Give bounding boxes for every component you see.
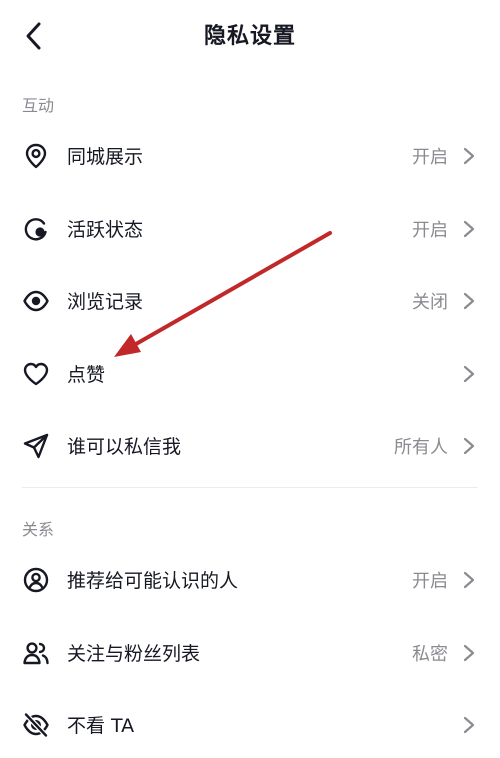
row-browsing-history[interactable]: 浏览记录 关闭 bbox=[0, 271, 500, 331]
chevron-right-icon bbox=[463, 716, 475, 734]
activity-status-icon bbox=[24, 218, 47, 241]
row-label: 活跃状态 bbox=[67, 219, 144, 241]
page-title: 隐私设置 bbox=[203, 24, 296, 49]
eye-off-icon bbox=[23, 712, 49, 738]
row-active-status[interactable]: 活跃状态 开启 bbox=[0, 199, 500, 259]
row-label: 推荐给可能认识的人 bbox=[67, 570, 239, 592]
row-dont-see-ta[interactable]: 不看 TA bbox=[0, 695, 500, 755]
row-label: 同城展示 bbox=[67, 146, 144, 168]
row-label: 关注与粉丝列表 bbox=[67, 643, 201, 665]
row-nearby-display[interactable]: 同城展示 开启 bbox=[0, 126, 500, 186]
section-label-interaction: 互动 bbox=[22, 96, 55, 115]
heart-icon bbox=[23, 362, 49, 386]
send-icon bbox=[23, 433, 49, 459]
chevron-right-icon bbox=[463, 147, 475, 165]
row-label: 浏览记录 bbox=[67, 291, 144, 313]
row-following-followers[interactable]: 关注与粉丝列表 私密 bbox=[0, 623, 500, 683]
row-value: 开启 bbox=[412, 147, 448, 168]
chevron-right-icon bbox=[463, 365, 475, 383]
chevron-right-icon bbox=[463, 437, 475, 455]
row-recommend-to-known[interactable]: 推荐给可能认识的人 开启 bbox=[0, 550, 500, 610]
row-label: 点赞 bbox=[67, 364, 106, 386]
row-value: 开启 bbox=[412, 220, 448, 241]
users-icon bbox=[23, 642, 49, 665]
row-value: 所有人 bbox=[394, 437, 448, 458]
header: 隐私设置 bbox=[0, 0, 500, 72]
chevron-right-icon bbox=[463, 292, 475, 310]
eye-icon bbox=[23, 290, 49, 312]
row-label: 谁可以私信我 bbox=[67, 436, 182, 458]
row-value: 私密 bbox=[412, 644, 448, 665]
chevron-right-icon bbox=[463, 220, 475, 238]
row-likes[interactable]: 点赞 bbox=[0, 344, 500, 404]
location-pin-icon bbox=[25, 143, 47, 169]
row-who-can-message[interactable]: 谁可以私信我 所有人 bbox=[0, 416, 500, 476]
row-label: 不看 TA bbox=[67, 715, 135, 737]
row-value: 开启 bbox=[412, 571, 448, 592]
section-label-relationship: 关系 bbox=[22, 520, 55, 539]
section-divider bbox=[22, 487, 478, 488]
chevron-right-icon bbox=[463, 571, 475, 589]
user-circle-icon bbox=[23, 567, 49, 593]
chevron-right-icon bbox=[463, 644, 475, 662]
row-value: 关闭 bbox=[412, 292, 448, 313]
